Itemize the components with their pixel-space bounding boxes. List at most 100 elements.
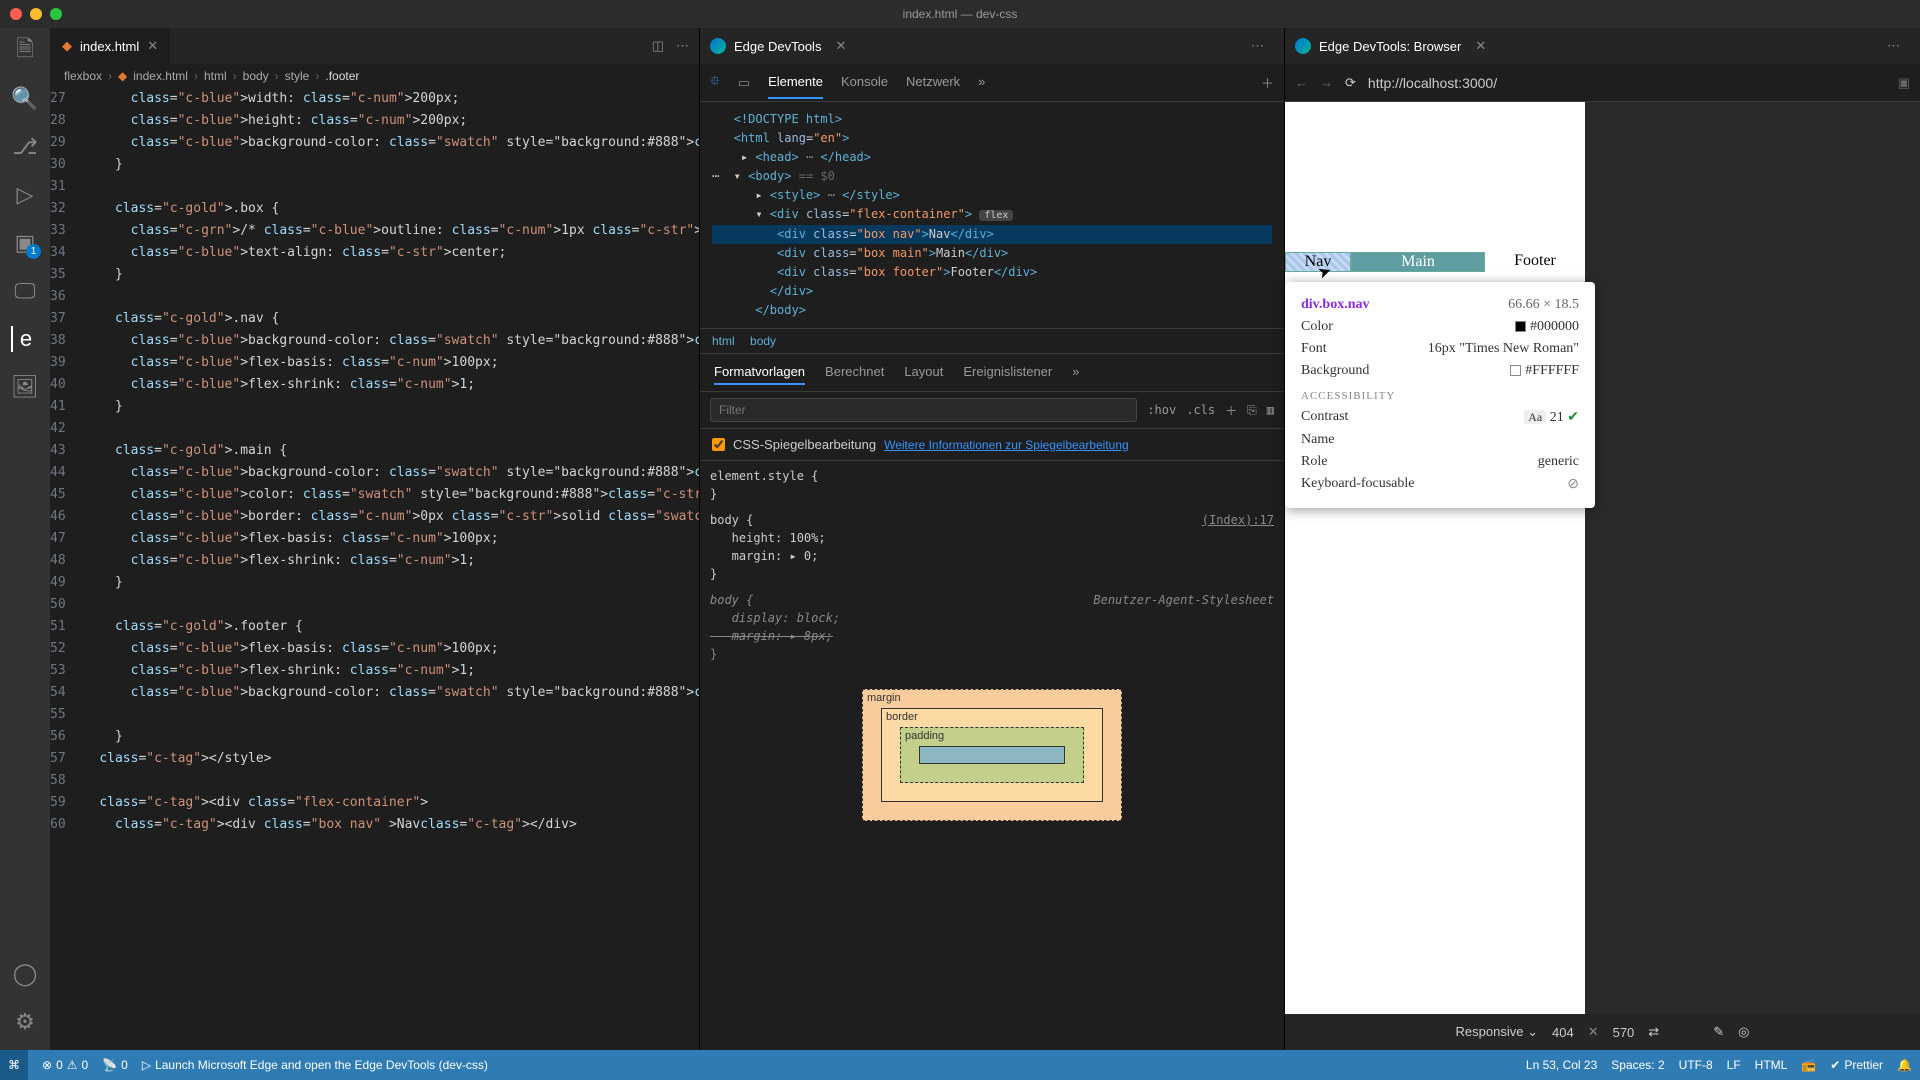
mirror-label: CSS-Spiegelbearbeitung	[733, 437, 876, 452]
split-editor-icon[interactable]: ◫	[652, 38, 664, 54]
statusbar: ⌘ ⊗ 0 ⚠ 0 📡 0 ▷ Launch Microsoft Edge an…	[0, 1050, 1920, 1080]
rendered-page[interactable]: Nav Main Footer ➤ div.box.nav66.66 × 18.…	[1285, 102, 1585, 1014]
tab-more-styles[interactable]: »	[1072, 360, 1079, 385]
inspect-element-icon[interactable]: ⯐	[710, 72, 720, 94]
page-footer-box[interactable]: Footer	[1485, 252, 1585, 272]
breadcrumb[interactable]: flexbox› ◆index.html› html› body› style›…	[50, 64, 699, 88]
zoom-window[interactable]	[50, 8, 62, 20]
indent-setting[interactable]: Spaces: 2	[1611, 1058, 1664, 1072]
account-icon[interactable]: ◯	[12, 961, 38, 987]
layout-icon[interactable]: ▥	[1267, 403, 1274, 417]
window-title: index.html — dev-css	[903, 7, 1018, 21]
rotate-icon[interactable]: ⇄	[1648, 1024, 1659, 1040]
language-mode[interactable]: HTML	[1755, 1058, 1788, 1072]
close-devtools-tab[interactable]: ✕	[835, 38, 846, 54]
devtools-toolbar: ⯐ ▭ Elemente Konsole Netzwerk » ＋	[700, 64, 1284, 102]
editor-pane: ◆ index.html ✕ ◫ ⋯ flexbox› ◆index.html›…	[50, 28, 700, 1050]
prettier-status[interactable]: ✔ Prettier	[1830, 1058, 1883, 1072]
editor-tabbar: ◆ index.html ✕ ◫ ⋯	[50, 28, 699, 64]
dom-tree[interactable]: <!DOCTYPE html> <html lang="en"> ▸ <head…	[700, 102, 1284, 328]
edge-logo-icon	[710, 38, 726, 54]
cls-toggle[interactable]: .cls	[1186, 403, 1215, 417]
mirror-info-link[interactable]: Weitere Informationen zur Spiegelbearbei…	[884, 438, 1129, 452]
browser-tab-title: Edge DevTools: Browser	[1319, 39, 1461, 54]
browser-viewport: Nav Main Footer ➤ div.box.nav66.66 × 18.…	[1285, 102, 1920, 1014]
css-mirror-row: CSS-Spiegelbearbeitung Weitere Informati…	[700, 429, 1284, 461]
styles-filter-input[interactable]	[710, 398, 1137, 422]
reload-icon[interactable]: ⟳	[1345, 75, 1356, 91]
styles-tabbar: Formatvorlagen Berechnet Layout Ereignis…	[700, 354, 1284, 392]
devtools-pane: Edge DevTools ✕ ⋯ ⯐ ▭ Elemente Konsole N…	[700, 28, 1285, 1050]
device-mode[interactable]: Responsive ⌄	[1456, 1024, 1538, 1040]
tab-layout[interactable]: Layout	[904, 360, 943, 385]
back-icon[interactable]: ←	[1295, 75, 1308, 90]
code-editor[interactable]: 2728293031323334353637383940414243444546…	[50, 88, 699, 1050]
hov-toggle[interactable]: :hov	[1147, 403, 1176, 417]
add-panel-icon[interactable]: ＋	[1261, 73, 1274, 92]
ports-count[interactable]: 📡 0	[102, 1058, 128, 1072]
tab-filename: index.html	[80, 39, 139, 54]
encoding[interactable]: UTF-8	[1679, 1058, 1713, 1072]
url-input[interactable]	[1368, 75, 1886, 91]
remote-indicator[interactable]: ⌘	[0, 1050, 28, 1080]
more-icon[interactable]: ⋯	[1887, 38, 1900, 54]
browser-tabbar: Edge DevTools: Browser ✕ ⋯	[1285, 28, 1920, 64]
remote-icon[interactable]: 🖵	[12, 278, 38, 304]
image-icon[interactable]: 🖼	[12, 374, 38, 400]
close-window[interactable]	[10, 8, 22, 20]
tab-console[interactable]: Konsole	[841, 66, 888, 99]
minimize-window[interactable]	[30, 8, 42, 20]
new-rule-icon[interactable]: ＋	[1225, 402, 1237, 419]
window-controls	[10, 8, 62, 20]
eyedropper-icon[interactable]: ✎	[1713, 1024, 1724, 1040]
explorer-icon[interactable]: 🗎	[12, 38, 38, 64]
viewport-width[interactable]: 404	[1552, 1025, 1574, 1040]
cursor-position[interactable]: Ln 53, Col 23	[1526, 1058, 1597, 1072]
screenshot-icon[interactable]: ▣	[1898, 75, 1910, 91]
forward-icon[interactable]: →	[1320, 75, 1333, 90]
page-main-box[interactable]: Main	[1351, 252, 1485, 272]
edge-tools-icon[interactable]: e	[11, 326, 37, 352]
box-model-diagram: margin border padding	[862, 689, 1122, 821]
more-icon[interactable]: ⋯	[1251, 38, 1264, 54]
settings-gear-icon[interactable]: ⚙	[12, 1009, 38, 1035]
browser-pane: Edge DevTools: Browser ✕ ⋯ ← → ⟳ ▣ Nav M…	[1285, 28, 1920, 1050]
tab-listeners[interactable]: Ereignislistener	[963, 360, 1052, 385]
tab-styles[interactable]: Formatvorlagen	[714, 360, 805, 385]
edge-logo-icon	[1295, 38, 1311, 54]
inspect-tooltip: div.box.nav66.66 × 18.5 Color#000000 Fon…	[1285, 282, 1595, 508]
eol[interactable]: LF	[1727, 1058, 1741, 1072]
broadcast-icon[interactable]: 📻	[1801, 1058, 1816, 1072]
mirror-checkbox[interactable]	[712, 438, 725, 451]
line-gutter: 2728293031323334353637383940414243444546…	[50, 88, 84, 1050]
extensions-badge: 1	[26, 244, 41, 259]
code-content[interactable]: class="c-blue">width: class="c-num">200p…	[84, 88, 699, 1050]
notifications-icon[interactable]: 🔔	[1897, 1058, 1912, 1072]
copy-icon[interactable]: ⎘	[1247, 403, 1257, 418]
activity-bar: 🗎 🔍 ⎇ ▷ ▣1 🖵 e 🖼 ◯ ⚙	[0, 28, 50, 1050]
tab-elements[interactable]: Elemente	[768, 66, 823, 99]
more-actions-icon[interactable]: ⋯	[676, 38, 689, 54]
close-browser-tab[interactable]: ✕	[1475, 38, 1486, 54]
device-emulation-icon[interactable]: ▭	[738, 75, 750, 91]
styles-toolbar: :hov .cls ＋ ⎘ ▥	[700, 392, 1284, 429]
extensions-icon[interactable]: ▣1	[12, 230, 38, 256]
run-debug-icon[interactable]: ▷	[12, 182, 38, 208]
launch-hint[interactable]: ▷ Launch Microsoft Edge and open the Edg…	[142, 1058, 488, 1072]
viewport-height[interactable]: 570	[1613, 1025, 1635, 1040]
tab-more[interactable]: »	[978, 66, 985, 99]
source-control-icon[interactable]: ⎇	[12, 134, 38, 160]
device-toolbar: Responsive ⌄ 404 ✕ 570 ⇄ ✎ ◎	[1285, 1014, 1920, 1050]
errors-count[interactable]: ⊗ 0 ⚠ 0	[42, 1058, 88, 1072]
browser-urlbar: ← → ⟳ ▣	[1285, 64, 1920, 102]
search-icon[interactable]: 🔍	[12, 86, 38, 112]
target-icon[interactable]: ◎	[1738, 1024, 1749, 1040]
editor-tab-index[interactable]: ◆ index.html ✕	[50, 28, 170, 64]
dom-breadcrumb[interactable]: html body	[700, 328, 1284, 354]
css-rules[interactable]: element.style { } (Index):17body { heigh…	[700, 461, 1284, 669]
tab-network[interactable]: Netzwerk	[906, 66, 960, 99]
html-file-icon: ◆	[62, 38, 72, 54]
tab-computed[interactable]: Berechnet	[825, 360, 884, 385]
close-tab-icon[interactable]: ✕	[147, 38, 158, 54]
devtools-tab-title: Edge DevTools	[734, 39, 821, 54]
